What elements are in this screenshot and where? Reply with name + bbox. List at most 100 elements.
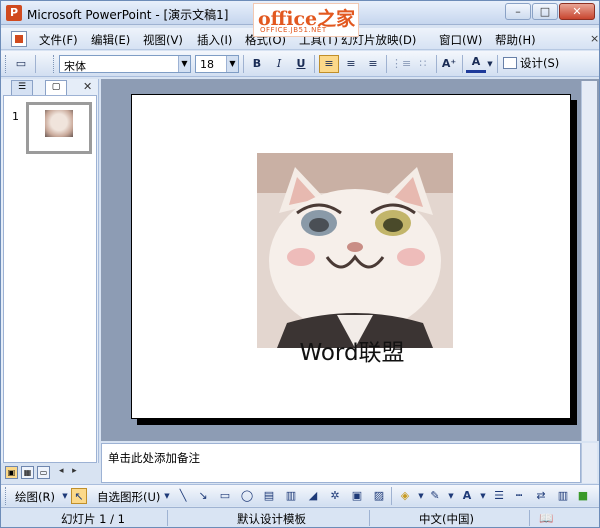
chevron-down-icon[interactable]: ▼: [485, 55, 495, 73]
slideshow-view-icon[interactable]: ▭: [37, 466, 50, 479]
normal-view-icon[interactable]: ▣: [5, 466, 18, 479]
3d-style-icon[interactable]: ■: [575, 488, 591, 504]
separator: [369, 510, 370, 526]
status-bar: 幻灯片 1 / 1 默认设计模板 中文(中国) 📖: [1, 507, 599, 527]
minimize-button[interactable]: –: [505, 3, 531, 20]
menu-file[interactable]: 文件(F): [39, 32, 78, 48]
align-left-icon[interactable]: ≡: [319, 55, 339, 73]
line-style-icon[interactable]: ☰: [491, 488, 507, 504]
separator: [243, 55, 244, 73]
oval-icon[interactable]: ◯: [239, 488, 255, 504]
line-icon[interactable]: ╲: [175, 488, 191, 504]
numbered-list-icon[interactable]: ⋮≡: [391, 55, 411, 73]
autoshapes-menu-button[interactable]: 自选图形(U): [97, 489, 160, 505]
separator: [35, 55, 36, 73]
vertical-textbox-icon[interactable]: ▥: [283, 488, 299, 504]
horizontal-scroll-arrows-icon[interactable]: ◂ ▸: [59, 466, 77, 476]
picture-icon[interactable]: ▨: [371, 488, 387, 504]
slide-title-text[interactable]: Word联盟: [132, 333, 572, 367]
slide-thumbnail[interactable]: [26, 102, 92, 154]
font-size-value: 18: [200, 58, 214, 71]
underline-button[interactable]: U: [291, 55, 311, 73]
font-size-combo[interactable]: 18 ▼: [195, 55, 239, 73]
arrow-style-icon[interactable]: ⇄: [533, 488, 549, 504]
window-title: Microsoft PowerPoint - [演示文稿1]: [27, 8, 229, 22]
menu-insert[interactable]: 插入(I): [197, 32, 232, 48]
chevron-down-icon[interactable]: ▼: [178, 56, 190, 72]
bold-button[interactable]: B: [247, 55, 267, 73]
design-label: 设计(S): [520, 56, 560, 70]
pane-tabs: ☰ ▢ ✕: [3, 79, 97, 95]
menu-edit[interactable]: 编辑(E): [91, 32, 130, 48]
separator: [314, 55, 315, 73]
select-pointer-icon[interactable]: ↖: [71, 488, 87, 504]
toolbar-grip[interactable]: [53, 55, 56, 73]
tab-slides[interactable]: ▢: [45, 80, 67, 95]
cat-photo[interactable]: [257, 153, 453, 348]
drawing-toolbar: 绘图(R) ▼ ↖ 自选图形(U) ▼ ╲ ↘ ▭ ◯ ▤ ▥ ◢ ✲ ▣ ▨ …: [1, 484, 599, 506]
textbox-icon[interactable]: ▤: [261, 488, 277, 504]
chevron-down-icon[interactable]: ▼: [159, 488, 175, 504]
design-template-status: 默认设计模板: [237, 512, 306, 526]
menu-view[interactable]: 视图(V): [143, 32, 183, 48]
close-button[interactable]: ✕: [559, 3, 595, 20]
menu-window[interactable]: 窗口(W): [439, 32, 482, 48]
notes-placeholder: 单击此处添加备注: [108, 451, 200, 465]
office-logo-watermark: office之家 OFFICE.JB51.NET: [253, 3, 359, 37]
formatting-toolbar: ▭ 宋体 ▼ 18 ▼ B I U ≡ ≡ ≡ ⋮≡ ∷ A⁺ A ▼ 设计(S…: [1, 51, 599, 77]
bullet-list-icon[interactable]: ∷: [413, 55, 433, 73]
chevron-down-icon[interactable]: ▼: [443, 488, 459, 504]
design-button[interactable]: 设计(S): [503, 55, 559, 73]
grow-font-button[interactable]: A⁺: [439, 55, 459, 73]
spellcheck-icon[interactable]: 📖: [539, 511, 553, 525]
chevron-down-icon[interactable]: ▼: [475, 488, 491, 504]
notes-pane[interactable]: 单击此处添加备注: [101, 443, 581, 483]
maximize-button[interactable]: □: [532, 3, 558, 20]
arrow-icon[interactable]: ↘: [195, 488, 211, 504]
wordart-icon[interactable]: ◢: [305, 488, 321, 504]
separator: [462, 55, 463, 73]
font-name-value: 宋体: [64, 60, 86, 73]
document-icon[interactable]: [11, 31, 27, 47]
toolbar-grip[interactable]: [5, 487, 8, 505]
font-color-button[interactable]: A: [466, 55, 486, 73]
shadow-style-icon[interactable]: ▥: [555, 488, 571, 504]
thumbnail-cat-image: [45, 110, 73, 137]
clipart-icon[interactable]: ▣: [349, 488, 365, 504]
close-document-icon[interactable]: ×: [590, 32, 599, 45]
slide-sorter-view-icon[interactable]: ▦: [21, 466, 34, 479]
slide-canvas[interactable]: Word联盟: [131, 94, 571, 419]
font-color-icon[interactable]: A: [459, 488, 475, 504]
design-icon: [503, 57, 517, 69]
powerpoint-window: P Microsoft PowerPoint - [演示文稿1] – □ ✕ 文…: [0, 0, 600, 528]
slide-number: 1: [12, 110, 19, 123]
close-pane-icon[interactable]: ✕: [83, 80, 92, 93]
separator: [497, 55, 498, 73]
align-center-icon[interactable]: ≡: [341, 55, 361, 73]
cat-illustration: [257, 153, 453, 348]
vertical-scrollbar[interactable]: [581, 81, 597, 441]
italic-button[interactable]: I: [269, 55, 289, 73]
separator: [391, 487, 392, 505]
thumbnail-list: 1: [3, 95, 97, 463]
powerpoint-app-icon[interactable]: P: [6, 5, 22, 21]
fill-color-icon[interactable]: ◈: [397, 488, 413, 504]
view-buttons: ▣ ▦ ▭ ◂ ▸: [1, 465, 99, 481]
dash-style-icon[interactable]: ┅: [511, 488, 527, 504]
separator: [167, 510, 168, 526]
rectangle-icon[interactable]: ▭: [217, 488, 233, 504]
diagram-icon[interactable]: ✲: [327, 488, 343, 504]
font-name-combo[interactable]: 宋体 ▼: [59, 55, 191, 73]
new-slide-icon[interactable]: ▭: [11, 55, 31, 73]
align-right-icon[interactable]: ≡: [363, 55, 383, 73]
slides-pane: ☰ ▢ ✕ 1: [1, 79, 99, 463]
toolbar-grip[interactable]: [5, 55, 8, 73]
line-color-icon[interactable]: ✎: [427, 488, 443, 504]
draw-menu-button[interactable]: 绘图(R): [15, 489, 55, 505]
menu-help[interactable]: 帮助(H): [495, 32, 536, 48]
notes-scrollbar[interactable]: [581, 443, 597, 483]
chevron-down-icon[interactable]: ▼: [226, 56, 238, 72]
logo-url: OFFICE.JB51.NET: [260, 26, 327, 34]
separator: [436, 55, 437, 73]
tab-outline[interactable]: ☰: [11, 80, 33, 95]
